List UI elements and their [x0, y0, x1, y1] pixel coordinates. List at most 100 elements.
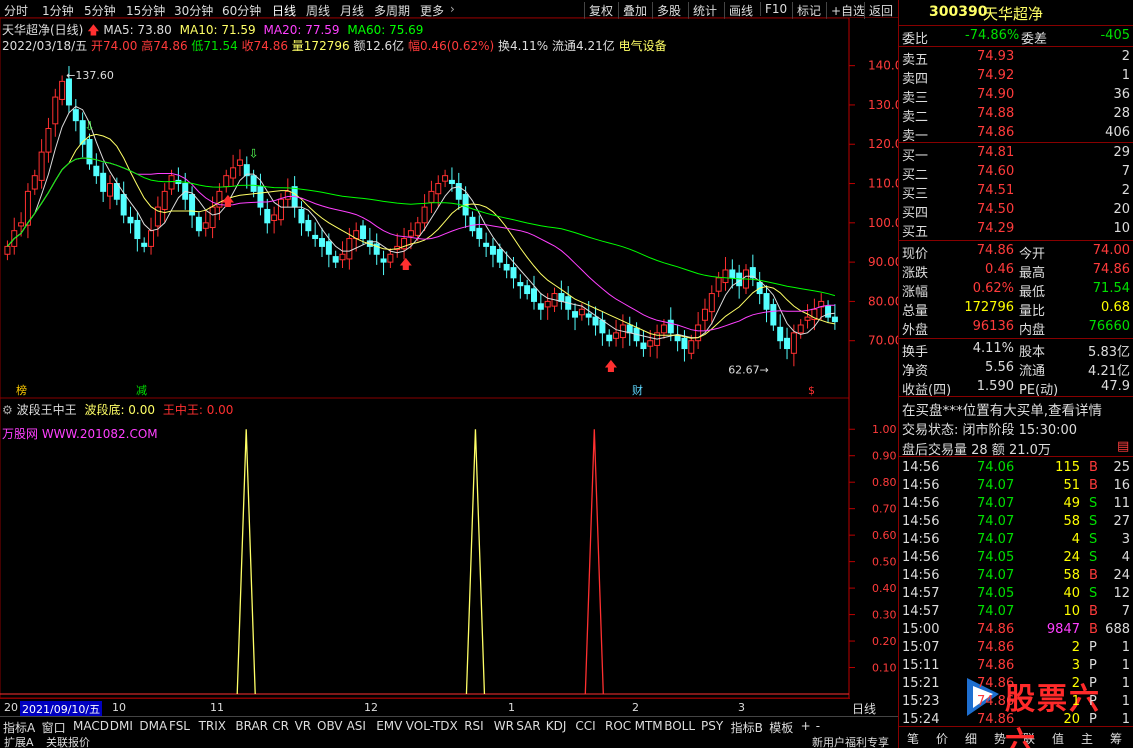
indicator-tab-7[interactable]: BRAR — [235, 719, 268, 733]
tag-cai: 财 — [632, 383, 643, 397]
sell-signal-icon: ⇩ — [84, 119, 94, 133]
quote-tab-0[interactable]: 笔 — [907, 730, 919, 747]
candle-body — [161, 190, 168, 210]
indicator-tab-10[interactable]: OBV — [317, 719, 343, 733]
candle-body — [763, 293, 770, 310]
indicator-tab-15[interactable]: WR — [494, 719, 514, 733]
indicator-tab-14[interactable]: RSI — [464, 719, 484, 733]
indicator-tab-21[interactable]: BOLL — [664, 719, 695, 733]
indicator-tab-5[interactable]: FSL — [169, 719, 190, 733]
tab-5min[interactable]: 5分钟 — [84, 2, 116, 19]
indicator-tab-25[interactable]: + — [801, 719, 811, 733]
indicator-tab-13[interactable]: VOL-TDX — [406, 719, 458, 733]
candle-body — [339, 253, 346, 261]
tab-daily[interactable]: 日线 — [272, 2, 296, 19]
mark-button[interactable]: 标记 — [792, 2, 821, 19]
status-mid[interactable]: 关联报价 — [46, 734, 90, 748]
candle-body — [120, 194, 127, 216]
candle-body — [380, 258, 387, 263]
doc-icon[interactable]: ▤ — [1117, 439, 1129, 454]
indicator-tab-4[interactable]: DMA — [139, 719, 167, 733]
tab-more[interactable]: 更多 — [420, 2, 444, 19]
buy-signal-icon: 🡅 — [604, 360, 617, 375]
y-tick-label: 120.0 — [868, 137, 898, 151]
tick-row: 15:00 74.86 9847 B 688 — [902, 622, 1130, 637]
indicator-tab-20[interactable]: MTM — [635, 719, 663, 733]
indicator-tab-3[interactable]: DMI — [110, 719, 133, 733]
add-watchlist-button[interactable]: +自选 — [826, 2, 865, 19]
candle-body — [510, 267, 517, 279]
buy-level-3: 买三 74.51 2 — [902, 183, 1130, 202]
tab-multi-period[interactable]: 多周期 — [374, 2, 410, 19]
candle-body — [825, 305, 832, 318]
chevron-right-icon[interactable]: › — [450, 2, 455, 16]
fuquan-button[interactable]: 复权 — [584, 2, 613, 19]
draw-line-button[interactable]: 画线 — [724, 2, 753, 19]
indicator-tab-9[interactable]: VR — [295, 719, 312, 733]
candle-body — [319, 238, 325, 247]
candlestick-chart[interactable]: 140.0 130.0 120.0 110.0 100.0 90.00 80.00 70.00… — [0, 18, 898, 398]
ma60-line — [7, 157, 836, 297]
y-tick-label: 80.00 — [868, 294, 898, 308]
indicator-tab-11[interactable]: ASI — [347, 719, 366, 733]
indicator-tab-18[interactable]: CCI — [575, 719, 595, 733]
buy-signal-icon: 🡅 — [221, 195, 234, 210]
tab-15min[interactable]: 15分钟 — [126, 2, 165, 19]
tick-row: 14:57 74.05 40 S 12 — [902, 586, 1130, 601]
candle-body — [537, 303, 544, 310]
tab-weekly[interactable]: 周线 — [306, 2, 330, 19]
indicator-tab-22[interactable]: PSY — [701, 719, 723, 733]
y-tick-label: 100.0 — [868, 216, 898, 230]
indicator-tab-2[interactable]: MACD — [73, 719, 109, 733]
tab-monthly[interactable]: 月线 — [340, 2, 364, 19]
sell-level-2: 卖二 74.88 28 — [902, 106, 1130, 125]
candle-body — [831, 316, 838, 323]
indicator-tab-19[interactable]: ROC — [605, 719, 631, 733]
indicator-y-label: 0.40 — [872, 582, 897, 595]
quote-tab-2[interactable]: 细 — [965, 730, 977, 747]
candle-body — [544, 300, 551, 308]
candle-body — [448, 179, 455, 185]
indicator-y-label: 0.60 — [872, 529, 897, 542]
indicator-tab-16[interactable]: SAR — [516, 719, 540, 733]
indicator-y-label: 0.20 — [872, 635, 897, 648]
indicator-tab-8[interactable]: CR — [272, 719, 289, 733]
indicator-chart[interactable]: 1.00 0.90 0.80 0.70 0.60 0.50 0.40 0.30 0.20 0.10 — [0, 398, 898, 698]
sell-level-3: 卖三 74.90 36 — [902, 87, 1130, 106]
candle-body — [250, 175, 257, 192]
candle-body — [729, 269, 736, 279]
indicator-spike — [584, 429, 604, 695]
tab-60min[interactable]: 60分钟 — [222, 2, 261, 19]
candle-body — [797, 324, 804, 334]
indicator-frame — [0, 398, 850, 698]
candle-body — [195, 216, 202, 232]
overlay-button[interactable]: 叠加 — [618, 2, 647, 19]
stats-button[interactable]: 统计 — [688, 2, 717, 19]
indicator-tab-12[interactable]: EMV — [376, 719, 402, 733]
indicator-tab-17[interactable]: KDJ — [546, 719, 567, 733]
tab-1min[interactable]: 1分钟 — [42, 2, 74, 19]
f10-button[interactable]: F10 — [760, 2, 787, 16]
indicator-y-label: 0.30 — [872, 609, 897, 622]
tab-30min[interactable]: 30分钟 — [174, 2, 213, 19]
big-order-notice[interactable]: 在买盘***位置有大买单,查看详情 — [899, 398, 1133, 419]
candle-body — [626, 324, 633, 334]
indicator-tab-26[interactable]: - — [816, 719, 820, 733]
selected-date: 2021/09/10/五 — [20, 701, 103, 717]
back-button[interactable]: 返回 — [864, 2, 893, 19]
multi-stock-button[interactable]: 多股 — [652, 2, 681, 19]
status-left[interactable]: 扩展A — [4, 734, 34, 748]
period-indicator[interactable]: 日线 — [852, 700, 876, 717]
candle-body — [277, 198, 284, 221]
indicator-y-label: 0.10 — [872, 662, 897, 675]
tick-row: 15:24 74.86 20 P 1 — [902, 712, 1130, 727]
indicator-tab-6[interactable]: TRIX — [199, 719, 226, 733]
status-right[interactable]: 新用户福利专享 — [812, 734, 889, 748]
sell-level-1: 卖一 74.86 406 — [902, 125, 1130, 144]
candle-body — [134, 219, 141, 240]
quote-tab-1[interactable]: 价 — [936, 730, 948, 747]
tab-fenshi[interactable]: 分时 — [4, 2, 28, 19]
indicator-y-label: 1.00 — [872, 423, 897, 436]
low-mark-label: 62.67→ — [728, 364, 769, 377]
candle-body — [517, 282, 524, 287]
